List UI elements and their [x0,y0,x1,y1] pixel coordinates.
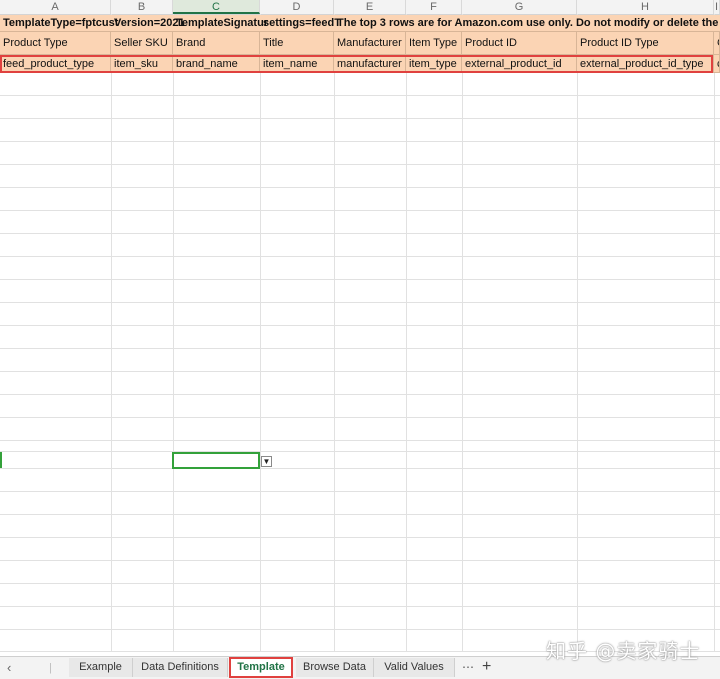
empty-row [0,234,720,257]
empty-row [0,607,720,630]
empty-row [0,142,720,165]
spreadsheet-grid[interactable]: A B C D E F G H I TemplateType=fptcust V… [0,0,720,652]
table-row: TemplateType=fptcust Version=2021 Templa… [0,15,720,32]
cell-b3[interactable]: item_sku [111,55,173,72]
empty-row [0,349,720,372]
cell-i3[interactable]: c [714,55,720,72]
empty-row [0,584,720,607]
cell-b2[interactable]: Seller SKU [111,32,173,54]
cell-e1[interactable]: The top 3 rows are for Amazon.com use on… [334,15,720,31]
column-header-h[interactable]: H [577,0,714,14]
active-row-marker [0,452,2,468]
empty-row [0,280,720,303]
empty-row [0,469,720,492]
cell-b1[interactable]: Version=2021 [111,15,185,31]
empty-row [0,418,720,441]
empty-row [0,326,720,349]
cell-c3[interactable]: brand_name [173,55,260,72]
cell-h3[interactable]: external_product_id_type [577,55,714,72]
cell-g2[interactable]: Product ID [462,32,577,54]
column-header-i[interactable]: I [714,0,720,14]
column-header-a[interactable]: A [0,0,111,14]
cell-a3[interactable]: feed_product_type [0,55,111,72]
empty-row [0,441,720,452]
cell-h2[interactable]: Product ID Type [577,32,714,54]
column-header-f[interactable]: F [406,0,462,14]
sheet-tab-bar: ‹ | Example Data Definitions Template Br… [0,656,720,679]
cell-d3[interactable]: item_name [260,55,334,72]
empty-row [0,515,720,538]
chevron-left-icon[interactable]: ‹ [7,657,11,679]
more-tabs-icon[interactable]: ⋯ [462,657,474,677]
cell-g3[interactable]: external_product_id [462,55,577,72]
tab-valid-values[interactable]: Valid Values [374,658,455,677]
column-header-row: A B C D E F G H I [0,0,720,15]
empty-row [0,538,720,561]
empty-row [0,119,720,142]
empty-row [0,561,720,584]
tab-example[interactable]: Example [69,658,133,677]
empty-row [0,303,720,326]
empty-row [0,188,720,211]
empty-row [0,630,720,652]
tab-scroll-divider-icon: | [49,662,52,674]
chevron-down-icon[interactable]: ▼ [261,456,272,467]
cell-c1[interactable]: TemplateSignatur [173,15,268,31]
cell-f3[interactable]: item_type [406,55,462,72]
tab-data-definitions[interactable]: Data Definitions [133,658,228,677]
cell-c2[interactable]: Brand [173,32,260,54]
empty-row [0,372,720,395]
selected-cell[interactable] [172,452,260,469]
cell-e3[interactable]: manufacturer [334,55,406,72]
cell-a1[interactable]: TemplateType=fptcust [0,15,118,31]
empty-row [0,73,720,96]
cell-a2[interactable]: Product Type [0,32,111,54]
cell-f2[interactable]: Item Type [406,32,462,54]
empty-row [0,165,720,188]
column-header-c[interactable]: C [173,0,260,14]
cell-e2[interactable]: Manufacturer [334,32,406,54]
column-header-g[interactable]: G [462,0,577,14]
column-header-e[interactable]: E [334,0,406,14]
empty-row [0,452,720,469]
empty-row [0,96,720,119]
cell-d2[interactable]: Title [260,32,334,54]
empty-row [0,395,720,418]
column-header-b[interactable]: B [111,0,173,14]
add-sheet-icon[interactable]: + [482,656,491,678]
empty-row [0,257,720,280]
empty-row [0,211,720,234]
table-row: feed_product_type item_sku brand_name it… [0,55,720,73]
empty-row [0,492,720,515]
table-row: Product Type Seller SKU Brand Title Manu… [0,32,720,55]
column-header-d[interactable]: D [260,0,334,14]
tab-browse-data[interactable]: Browse Data [296,658,374,677]
tab-template[interactable]: Template [229,657,293,678]
cell-i2[interactable]: C [714,32,720,54]
cell-d1[interactable]: settings=feedT [260,15,341,31]
